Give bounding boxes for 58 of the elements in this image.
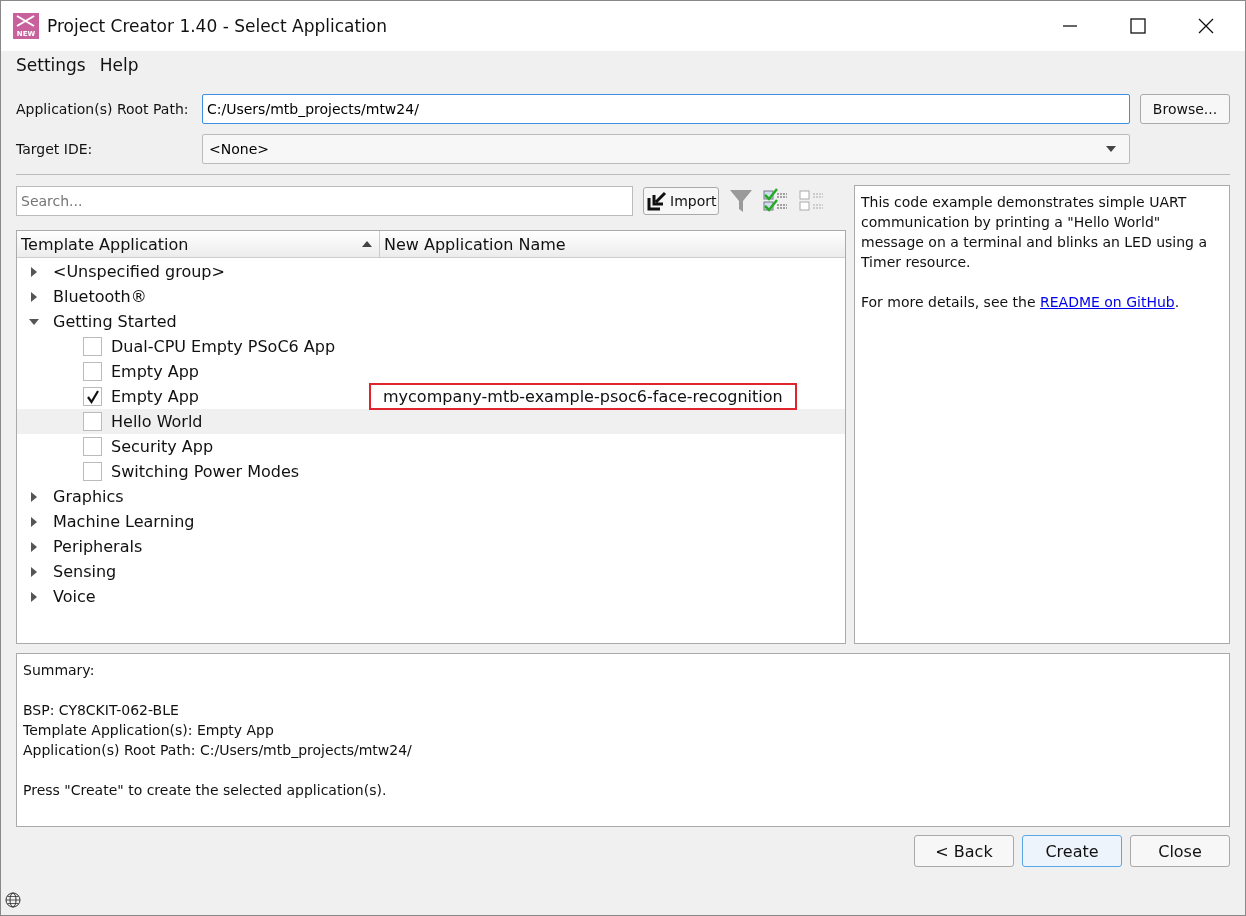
window-title: Project Creator 1.40 - Select Application	[47, 16, 388, 36]
details-sentence: For more details, see the README on GitHub.	[861, 293, 1181, 312]
import-button[interactable]: Import	[643, 187, 720, 215]
expand-arrow-icon[interactable]	[29, 291, 39, 302]
column-header[interactable]: Template Application	[17, 231, 380, 257]
description-text: This code example demonstrates simple UART communication by printing a "Hello World" message on a terminal and blinks an LED using a Timer resource.	[861, 193, 1209, 272]
tree-group[interactable]: Graphics	[53, 487, 124, 506]
sort-arrow-icon	[361, 240, 373, 248]
globe-icon[interactable]	[5, 892, 21, 908]
expand-arrow-icon[interactable]	[29, 316, 39, 327]
menu-item[interactable]: Settings	[16, 55, 86, 75]
caret-icon[interactable]	[1105, 145, 1117, 153]
tree-row[interactable]: Empty App	[17, 359, 845, 384]
import-icon	[646, 190, 668, 212]
expand-arrow-icon[interactable]	[29, 516, 39, 527]
maximize-icon[interactable]	[1129, 17, 1147, 35]
expand-arrow-icon[interactable]	[29, 591, 39, 602]
summary-line: Template Application(s): Empty App	[23, 721, 275, 740]
expand-arrow-icon[interactable]	[29, 491, 39, 502]
target-ide-dropdown[interactable]: <None>	[202, 134, 1130, 164]
close-icon[interactable]	[1197, 17, 1215, 35]
checkbox[interactable]	[83, 362, 102, 381]
menu-item[interactable]: Help	[99, 55, 139, 75]
tree-group[interactable]: Bluetooth®	[53, 287, 147, 306]
summary-line: Press "Create" to create the selected application(s).	[23, 781, 388, 800]
root-path-field[interactable]: C:/Users/mtb_projects/mtw24/	[202, 94, 1130, 124]
tree-group[interactable]: Sensing	[53, 562, 117, 581]
checkbox[interactable]	[83, 462, 102, 481]
select-all-icon[interactable]	[763, 188, 790, 214]
expand-arrow-icon[interactable]	[29, 541, 39, 552]
checkbox[interactable]	[83, 412, 102, 431]
summary-line: Application(s) Root Path: C:/Users/mtb_projects/mtw24/	[23, 741, 413, 760]
tree-row[interactable]: Switching Power Modes	[17, 459, 845, 484]
checkbox[interactable]	[83, 437, 102, 456]
target-ide-label: Target IDE:	[16, 141, 94, 157]
dialog-button[interactable]: < Back	[914, 835, 1014, 867]
tree-group[interactable]: <Unspecified group>	[53, 262, 225, 281]
tree-row[interactable]: Security App	[17, 434, 845, 459]
tree-group[interactable]: Getting Started	[53, 312, 177, 331]
dialog-button[interactable]: Close	[1130, 835, 1230, 867]
root-path-label: Application(s) Root Path:	[16, 101, 190, 117]
checkbox[interactable]	[83, 387, 102, 406]
tree-group[interactable]: Machine Learning	[53, 512, 195, 531]
search-field[interactable]: Search...	[16, 186, 633, 216]
dialog-button[interactable]: Create	[1022, 835, 1122, 867]
tree-row[interactable]: Hello World	[17, 409, 845, 434]
tree-group[interactable]: Peripherals	[53, 537, 143, 556]
expand-arrow-icon[interactable]	[29, 566, 39, 577]
expand-arrow-icon[interactable]	[29, 266, 39, 277]
summary-line: Summary:	[23, 661, 96, 680]
readme-link[interactable]: README on GitHub	[1040, 294, 1175, 310]
column-header[interactable]: New Application Name	[380, 231, 570, 257]
summary-line: BSP: CY8CKIT-062-BLE	[23, 701, 180, 720]
checkbox[interactable]	[83, 337, 102, 356]
tree-group[interactable]: Voice	[53, 587, 96, 606]
browse-button[interactable]: Browse...	[1140, 94, 1230, 124]
app-name-cell[interactable]: mycompany-mtb-example-psoc6-face-recognition	[369, 383, 797, 410]
tree-row[interactable]: Dual-CPU Empty PSoC6 App	[17, 334, 845, 359]
